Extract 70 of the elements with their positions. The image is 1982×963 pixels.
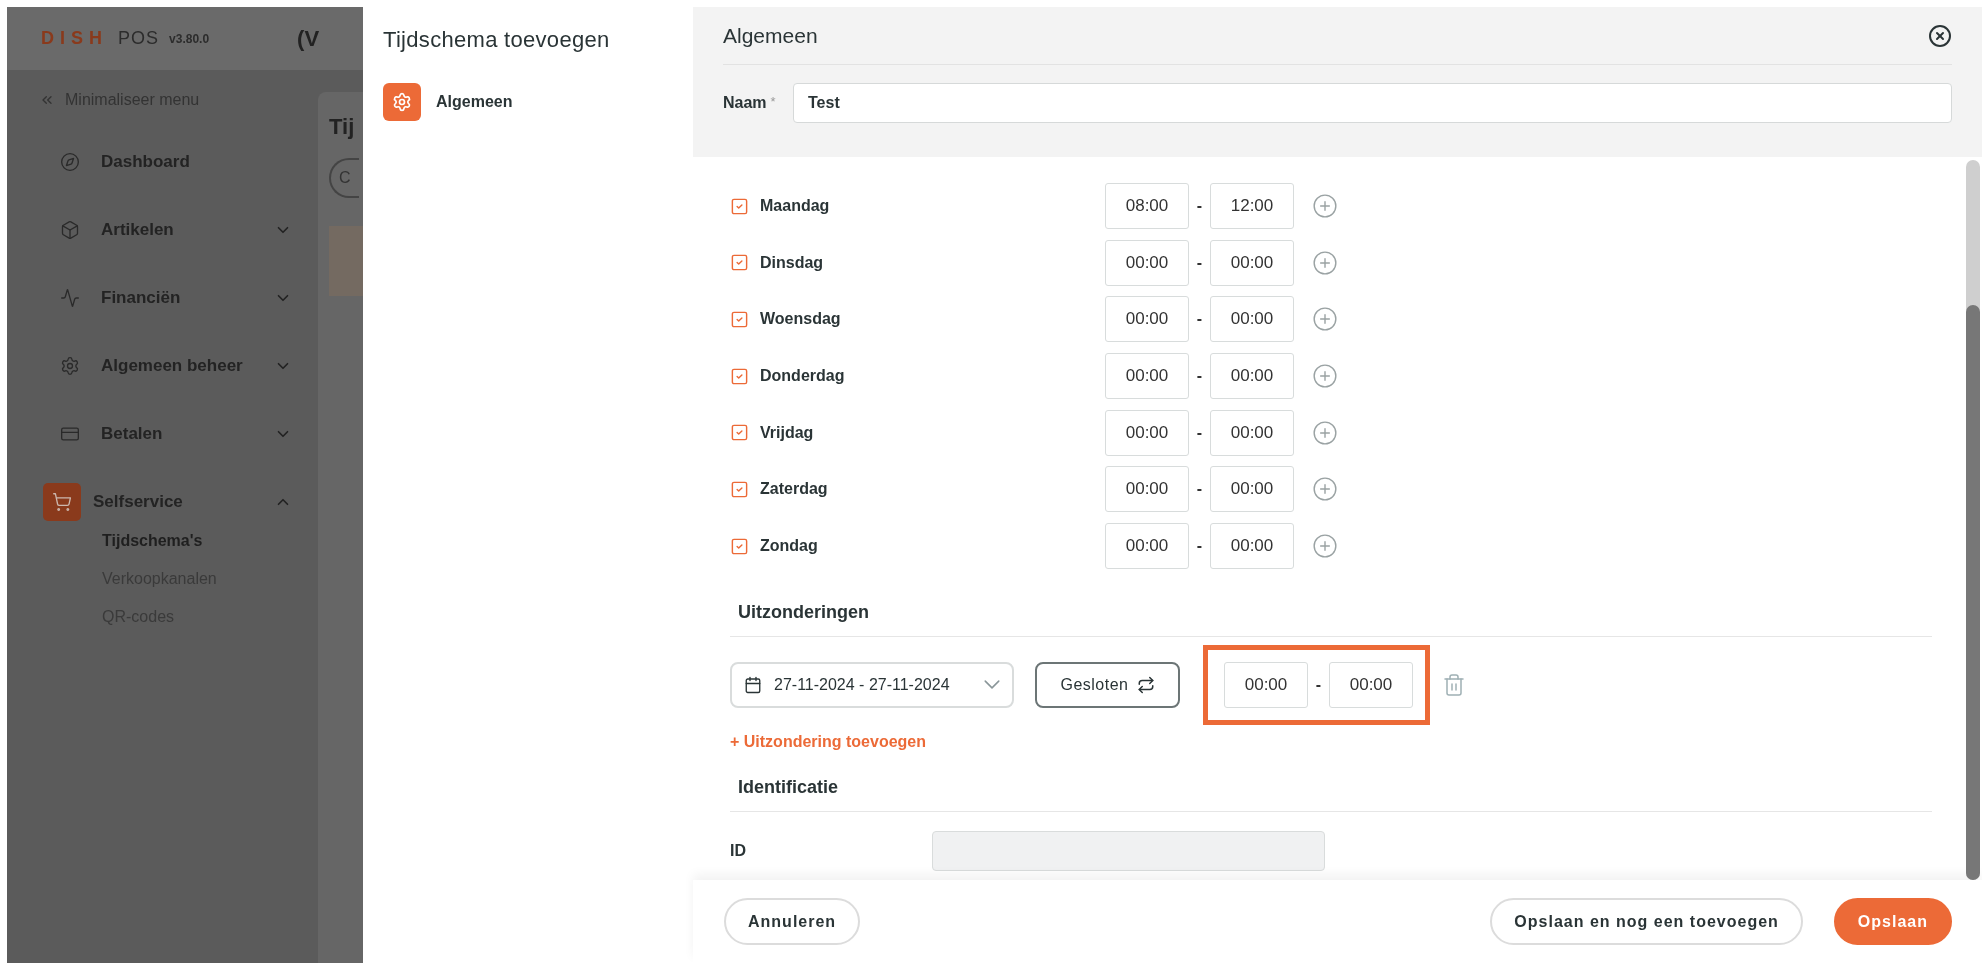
name-field[interactable]: Test: [793, 83, 1952, 123]
range-dash: -: [1195, 423, 1204, 442]
field-label: ID: [730, 841, 747, 860]
field-label: Naam *: [723, 94, 777, 112]
checkbox[interactable]: [730, 366, 750, 386]
checkbox[interactable]: [730, 253, 750, 273]
delete-button[interactable]: [1442, 672, 1466, 697]
checkbox[interactable]: [730, 309, 750, 329]
brand-logo-text: POS: [118, 28, 160, 49]
day-label: Dinsdag: [760, 253, 825, 272]
version-label: v3.80.0: [169, 31, 210, 46]
cart-icon: [43, 483, 81, 521]
add-time-button[interactable]: [1312, 193, 1338, 219]
time-field[interactable]: 08:00: [1105, 183, 1189, 229]
repeat-icon: [1136, 675, 1155, 694]
time-field[interactable]: 00:00: [1105, 523, 1189, 570]
time-field[interactable]: 00:00: [1329, 661, 1413, 708]
add-time-button[interactable]: [1312, 476, 1338, 503]
time-field[interactable]: 00:00: [1210, 296, 1294, 343]
chevron-down-icon: [984, 680, 1000, 690]
time-field[interactable]: 00:00: [1210, 523, 1294, 570]
calendar-icon: [744, 675, 762, 694]
time-field[interactable]: 00:00: [1105, 239, 1189, 286]
range-dash: -: [1195, 367, 1204, 386]
range-dash: -: [1195, 480, 1204, 499]
checkbox[interactable]: [730, 423, 750, 443]
header-title: (V: [297, 25, 320, 52]
add-time-button[interactable]: [1312, 306, 1338, 333]
time-field[interactable]: 00:00: [1105, 466, 1189, 513]
time-field[interactable]: 00:00: [1210, 409, 1294, 456]
day-label: Zaterdag: [760, 480, 829, 499]
time-field[interactable]: 00:00: [1105, 296, 1189, 343]
add-time-button[interactable]: [1312, 363, 1338, 390]
date-range-select[interactable]: 27-11-2024 - 27-11-2024: [730, 661, 1014, 708]
panel-title: Tijdschema toevoegen: [383, 27, 611, 53]
time-field[interactable]: 00:00: [1210, 466, 1294, 513]
add-time-button[interactable]: [1312, 419, 1338, 446]
cancel-button[interactable]: Annuleren: [724, 898, 861, 945]
range-dash: -: [1195, 253, 1204, 272]
page-title: Tij: [329, 114, 356, 140]
day-label: Maandag: [760, 197, 831, 215]
time-field[interactable]: 00:00: [1105, 353, 1189, 400]
day-label: Vrijdag: [760, 423, 815, 442]
save-and-add-button[interactable]: Opslaan en nog een toevoegen: [1490, 898, 1803, 945]
table-header-background: [329, 226, 363, 296]
checkbox[interactable]: [730, 536, 750, 556]
time-field[interactable]: 00:00: [1105, 409, 1189, 456]
range-dash: -: [1195, 197, 1204, 215]
checkbox[interactable]: [730, 479, 750, 499]
range-dash: -: [1195, 310, 1204, 329]
section-title: Algemeen: [723, 23, 818, 48]
checkbox[interactable]: [730, 196, 750, 216]
section-heading: Uitzonderingen: [730, 601, 1932, 637]
add-time-button[interactable]: [1312, 249, 1338, 276]
add-time-button[interactable]: [1312, 533, 1338, 560]
time-field[interactable]: 12:00: [1210, 183, 1294, 229]
scrollbar[interactable]: [1966, 160, 1980, 880]
close-button[interactable]: [1928, 23, 1952, 48]
day-label: Donderdag: [760, 367, 846, 386]
closed-toggle-button[interactable]: Gesloten: [1035, 661, 1180, 708]
time-field[interactable]: 00:00: [1224, 661, 1308, 708]
day-label: Zondag: [760, 537, 819, 556]
section-heading: Identificatie: [730, 776, 1932, 812]
time-field[interactable]: 00:00: [1210, 239, 1294, 286]
range-dash: -: [1195, 537, 1204, 556]
range-dash: -: [1314, 675, 1323, 694]
panel-nav-item[interactable]: Algemeen: [436, 93, 513, 111]
brand-logo: DISH: [41, 28, 108, 49]
day-label: Woensdag: [760, 310, 842, 329]
time-field[interactable]: 00:00: [1210, 353, 1294, 400]
